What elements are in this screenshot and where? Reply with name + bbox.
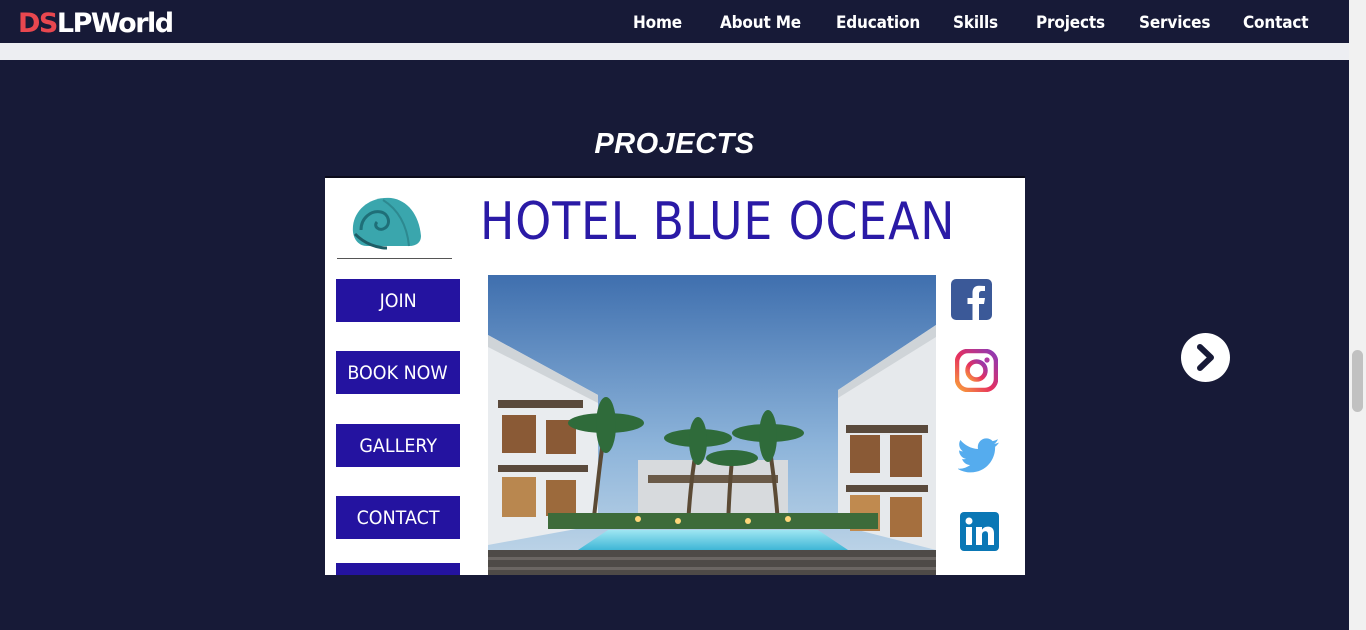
nav-link-services[interactable]: Services: [1139, 13, 1210, 33]
hotel-pool-photo: [488, 275, 936, 575]
instagram-icon: [955, 349, 998, 392]
nav-link-skills[interactable]: Skills: [953, 13, 998, 33]
project-slide-image: HOTEL BLUE OCEAN JOIN BOOK NOW GALLERY C…: [325, 176, 1025, 575]
mock-join-button: JOIN: [336, 279, 460, 322]
top-navbar: DSLPWorld Home About Me Education Skills…: [0, 0, 1349, 43]
mock-gallery-label: GALLERY: [359, 434, 437, 457]
chevron-right-icon: [1197, 344, 1214, 371]
scrollbar-thumb[interactable]: [1352, 350, 1363, 412]
nav-link-home[interactable]: Home: [633, 13, 682, 33]
mock-book-now-label: BOOK NOW: [347, 361, 449, 384]
mock-book-now-button: BOOK NOW: [336, 351, 460, 394]
nav-link-projects[interactable]: Projects: [1036, 13, 1105, 33]
nav-link-contact[interactable]: Contact: [1243, 13, 1309, 33]
carousel-next-button[interactable]: [1181, 333, 1230, 382]
nav-link-education[interactable]: Education: [836, 13, 920, 33]
hotel-title: HOTEL BLUE OCEAN: [480, 192, 956, 252]
projects-heading: PROJECTS: [594, 128, 755, 160]
linkedin-icon: [960, 512, 999, 551]
logo-part-lpworld: LPWorld: [56, 8, 174, 39]
header-divider-strip: [0, 43, 1349, 60]
site-logo[interactable]: DSLPWorld: [18, 6, 174, 42]
mock-gallery-button: GALLERY: [336, 424, 460, 467]
mock-contact-label: CONTACT: [356, 506, 440, 529]
logo-underline: [337, 258, 452, 259]
twitter-icon: [958, 438, 999, 473]
seashell-logo-icon: [352, 197, 421, 250]
mock-join-label: JOIN: [379, 289, 417, 312]
logo-part-ds: DS: [18, 8, 58, 39]
page-scrollbar[interactable]: [1349, 0, 1366, 630]
mock-contact-button: CONTACT: [336, 496, 460, 539]
mock-extra-button: [336, 563, 460, 575]
facebook-icon: [951, 279, 992, 320]
nav-link-about[interactable]: About Me: [720, 13, 801, 33]
